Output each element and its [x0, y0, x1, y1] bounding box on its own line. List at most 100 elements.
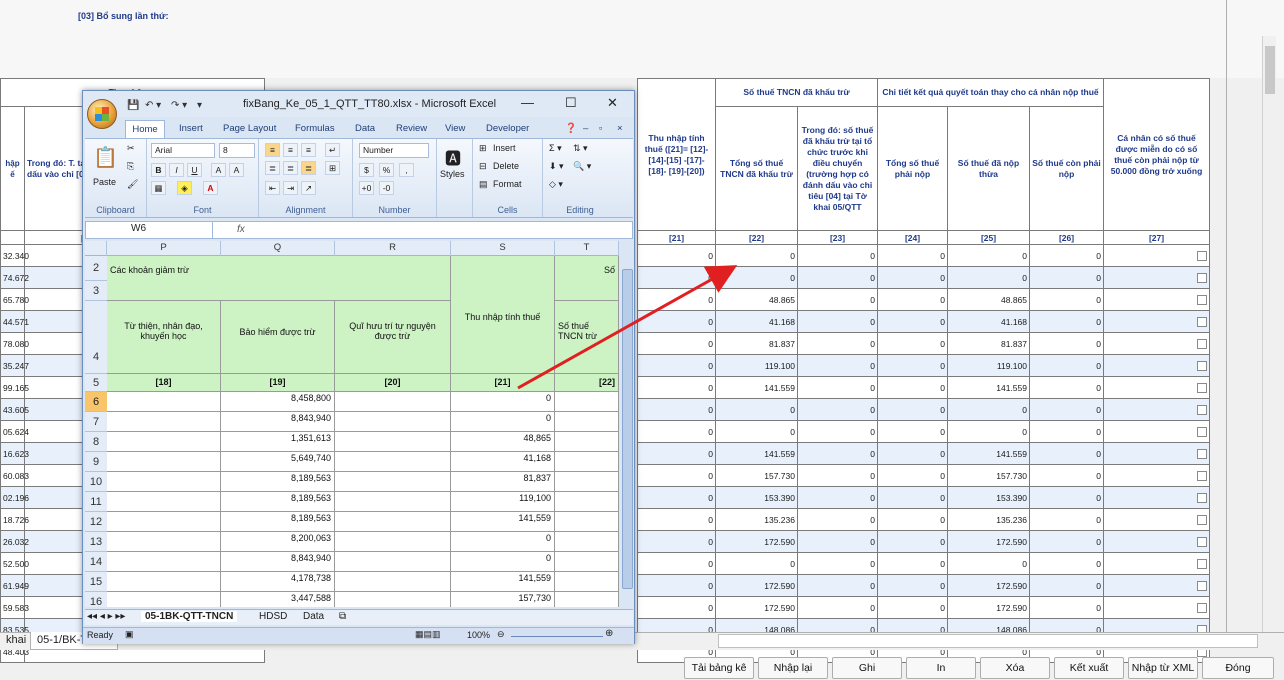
data-cell[interactable]	[335, 472, 451, 492]
exempt-checkbox[interactable]	[1197, 316, 1207, 327]
cell-income[interactable]: 18.726	[0, 508, 29, 531]
cell-c25[interactable]: 119.100	[947, 354, 1030, 377]
data-cell[interactable]: 0	[451, 532, 555, 552]
cell-c24[interactable]: 0	[877, 552, 948, 575]
tab-data[interactable]: Data	[355, 123, 375, 134]
cell-c23[interactable]: 0	[797, 244, 878, 267]
row-header[interactable]: 10	[85, 472, 107, 492]
find-select-icon[interactable]: 🔍 ▾	[573, 161, 591, 172]
align-bottom-icon[interactable]: ≡	[301, 143, 316, 157]
cell-c22[interactable]: 41.168	[715, 310, 798, 333]
data-cell[interactable]	[335, 452, 451, 472]
cell-c24[interactable]: 0	[877, 574, 948, 597]
exempt-checkbox[interactable]	[1197, 338, 1207, 349]
data-cell[interactable]: 8,458,800	[221, 392, 335, 412]
cell-c26[interactable]: 0	[1029, 332, 1104, 355]
data-cell[interactable]	[555, 512, 619, 532]
data-cell[interactable]: 8,843,940	[221, 412, 335, 432]
sheet-tab-data[interactable]: Data	[303, 611, 324, 622]
cell-c26[interactable]: 0	[1029, 486, 1104, 509]
cell-c25[interactable]: 157.730	[947, 464, 1030, 487]
align-center-icon[interactable]: ≣	[283, 161, 298, 175]
worksheet-grid[interactable]: P Q R S T 2 3 4 5 6 7 8 9 10 11 12 13 14 15 16 Các…	[85, 241, 619, 607]
cell-c22[interactable]: 119.100	[715, 354, 798, 377]
help-icon[interactable]: ❓	[565, 123, 577, 134]
cell-c23[interactable]: 0	[797, 596, 878, 619]
header-19-cell[interactable]: Bảo hiểm được trừ	[221, 301, 335, 374]
fill-color-icon[interactable]: ◈	[177, 181, 192, 195]
delete-button[interactable]: Xóa	[980, 657, 1050, 679]
cell-c24[interactable]: 0	[877, 420, 948, 443]
tab-page-layout[interactable]: Page Layout	[223, 123, 276, 134]
exempt-checkbox[interactable]	[1197, 404, 1207, 415]
data-cell[interactable]: 41,168	[451, 452, 555, 472]
data-cell[interactable]	[555, 552, 619, 572]
row-header[interactable]: 15	[85, 572, 107, 592]
tab-home[interactable]: Home	[125, 120, 165, 139]
cell-c22[interactable]: 81.837	[715, 332, 798, 355]
data-cell[interactable]	[555, 572, 619, 592]
cell-c24[interactable]: 0	[877, 266, 948, 289]
cell-c25[interactable]: 0	[947, 398, 1030, 421]
tab-insert[interactable]: Insert	[179, 123, 203, 134]
data-cell[interactable]: 81,837	[451, 472, 555, 492]
data-cell[interactable]	[107, 552, 221, 572]
header-22-cell[interactable]: Số thuế TNCN trừ	[555, 301, 619, 374]
excel-vertical-scrollbar[interactable]	[621, 241, 634, 607]
data-cell[interactable]	[107, 432, 221, 452]
data-cell[interactable]	[555, 592, 619, 607]
cell-c24[interactable]: 0	[877, 508, 948, 531]
cell-income[interactable]: 99.165	[0, 376, 29, 399]
zoom-slider[interactable]	[511, 636, 603, 637]
exempt-checkbox[interactable]	[1197, 294, 1207, 305]
data-cell[interactable]	[555, 492, 619, 512]
cell-c21[interactable]: 0	[637, 508, 716, 531]
cell-income[interactable]: 74.672	[0, 266, 29, 289]
cell-c22[interactable]: 0	[715, 398, 798, 421]
data-cell[interactable]: 4,178,738	[221, 572, 335, 592]
zoom-in-icon[interactable]: ⊕	[605, 628, 613, 639]
row-header[interactable]: 13	[85, 532, 107, 552]
data-cell[interactable]	[335, 492, 451, 512]
cell-c26[interactable]: 0	[1029, 244, 1104, 267]
cell-c21[interactable]: 0	[637, 266, 716, 289]
re-enter-button[interactable]: Nhập lại	[758, 657, 828, 679]
data-cell[interactable]	[107, 392, 221, 412]
cell-c26[interactable]: 0	[1029, 530, 1104, 553]
cell-c24[interactable]: 0	[877, 288, 948, 311]
styles-button[interactable]: Styles	[440, 169, 465, 179]
num-22-cell[interactable]: [22]	[555, 374, 619, 392]
cell-c22[interactable]: 172.590	[715, 596, 798, 619]
cell-c24[interactable]: 0	[877, 310, 948, 333]
data-cell[interactable]: 0	[451, 412, 555, 432]
exempt-checkbox[interactable]	[1197, 580, 1207, 591]
exempt-checkbox[interactable]	[1197, 558, 1207, 569]
align-left-icon[interactable]: ≣	[265, 161, 280, 175]
row-header[interactable]: 3	[85, 281, 107, 301]
excel-window[interactable]: 💾 ↶ ▾ ↷ ▾ ▾ fixBang_Ke_05_1_QTT_TT80.xls…	[82, 90, 635, 644]
cell-c26[interactable]: 0	[1029, 266, 1104, 289]
cell-c22[interactable]: 0	[715, 266, 798, 289]
cell-c21[interactable]: 0	[637, 552, 716, 575]
exempt-checkbox[interactable]	[1197, 426, 1207, 437]
cell-c21[interactable]: 0	[637, 464, 716, 487]
data-cell[interactable]	[335, 592, 451, 607]
percent-icon[interactable]: %	[379, 163, 394, 177]
cell-c26[interactable]: 0	[1029, 376, 1104, 399]
cell-c24[interactable]: 0	[877, 530, 948, 553]
align-right-icon[interactable]: ≣	[301, 161, 316, 175]
ribbon-restore-icon[interactable]: ▫	[599, 123, 602, 134]
data-cell[interactable]	[555, 432, 619, 452]
num-20-cell[interactable]: [20]	[335, 374, 451, 392]
cell-c24[interactable]: 0	[877, 398, 948, 421]
data-cell[interactable]: 5,649,740	[221, 452, 335, 472]
data-cell[interactable]: 3,447,588	[221, 592, 335, 607]
data-cell[interactable]	[107, 532, 221, 552]
cell-c24[interactable]: 0	[877, 376, 948, 399]
tab-formulas[interactable]: Formulas	[295, 123, 335, 134]
cell-c23[interactable]: 0	[797, 266, 878, 289]
cell-c24[interactable]: 0	[877, 354, 948, 377]
cell-c23[interactable]: 0	[797, 530, 878, 553]
autosum-icon[interactable]: Σ ▾	[549, 143, 562, 154]
data-cell[interactable]	[335, 412, 451, 432]
